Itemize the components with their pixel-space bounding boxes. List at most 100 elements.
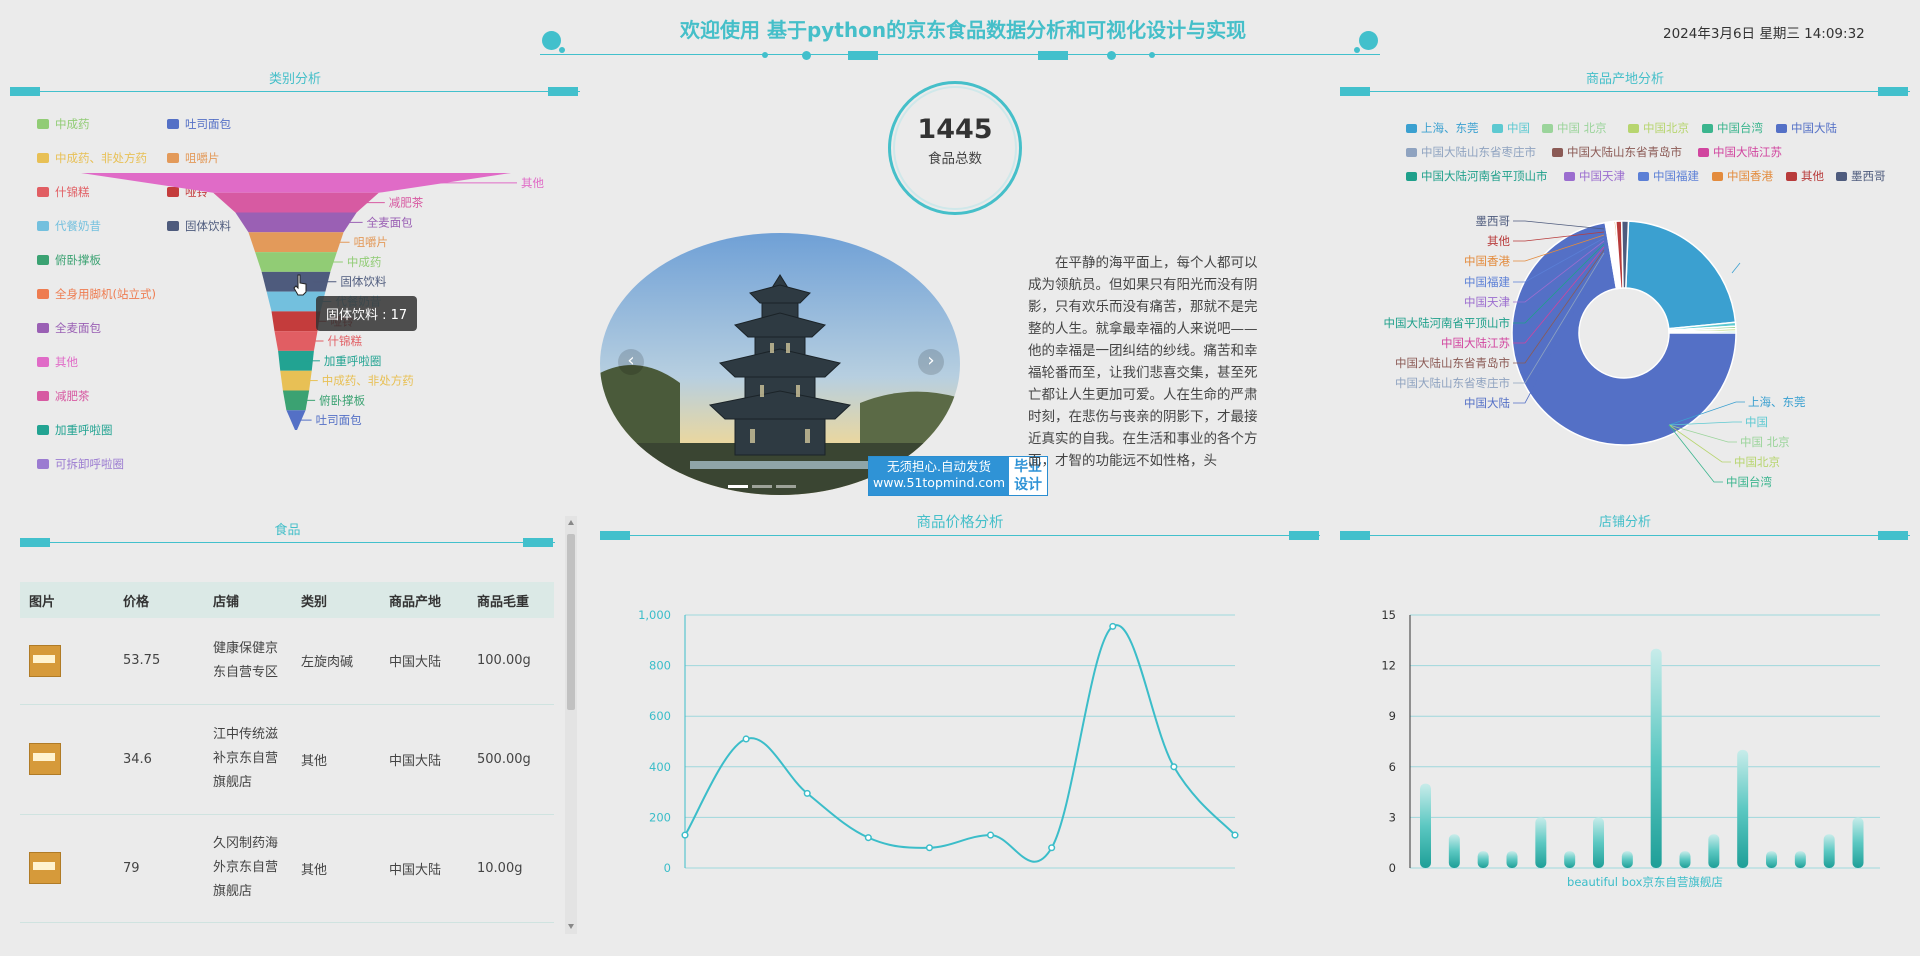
carousel-prev-button[interactable]: ‹ [618, 349, 644, 375]
legend-label: 中国 北京 [1557, 121, 1607, 135]
cell-origin: 中国大陆 [380, 814, 468, 923]
badge-left: 无须担心.自动发货 www.51topmind.com [869, 457, 1010, 495]
scroll-down-icon[interactable] [568, 924, 574, 929]
badge-url: www.51topmind.com [873, 475, 1006, 490]
funnel-chart: 其他减肥茶全麦面包咀嚼片中成药固体饮料代餐奶昔哑铃什锦糕加重呼啦圈中成药、非处方… [81, 173, 544, 430]
legend-swatch [1406, 147, 1417, 157]
shop-bar[interactable] [1564, 851, 1576, 868]
origin-legend-item[interactable]: 中国香港 [1712, 168, 1773, 184]
y-tick-label: 3 [1389, 810, 1396, 824]
pie-slice[interactable] [1625, 220, 1737, 330]
price-point[interactable] [1231, 831, 1239, 839]
y-tick-label: 600 [649, 709, 671, 723]
table-scrollbar[interactable] [565, 516, 577, 934]
shop-bar[interactable] [1823, 834, 1835, 868]
price-point[interactable] [803, 789, 811, 797]
origin-legend-item[interactable]: 中国 北京 [1542, 120, 1607, 136]
origin-legend-item[interactable]: 中国大陆江苏 [1698, 144, 1782, 160]
shop-bar[interactable] [1535, 817, 1547, 868]
origin-legend-item[interactable]: 其他 [1786, 168, 1824, 184]
cell-origin: 中国大陆 [380, 704, 468, 815]
cell-category: 其他 [292, 814, 380, 923]
cell-price: 34.6 [114, 704, 204, 815]
table-row[interactable]: 79 久冈制药海外京东自营旗舰店 其他 中国大陆 10.00g [20, 814, 554, 923]
legend-swatch [1406, 171, 1417, 181]
legend-label: 中国大陆河南省平顶山市 [1421, 169, 1548, 183]
origin-legend-item[interactable]: 中国大陆河南省平顶山市 [1406, 168, 1548, 184]
price-point[interactable] [1048, 844, 1056, 852]
y-tick-label: 0 [1389, 861, 1396, 875]
price-point[interactable] [681, 831, 689, 839]
price-point[interactable] [864, 834, 872, 842]
table-row[interactable]: 53.75 健康保健京东自营专区 左旋肉碱 中国大陆 100.00g [20, 618, 554, 705]
carousel-indicator[interactable] [776, 485, 796, 488]
pie-label-line [1513, 220, 1605, 230]
funnel-label: 中成药、非处方药 [322, 374, 414, 388]
cell-weight: 500.00g [468, 704, 554, 815]
shop-bar[interactable] [1737, 749, 1749, 868]
product-thumbnail[interactable] [29, 644, 61, 677]
price-point[interactable] [742, 735, 750, 743]
shop-bar[interactable] [1420, 783, 1431, 868]
header-dot [1354, 47, 1360, 53]
title-block [20, 538, 50, 547]
origin-legend-item[interactable]: 中国大陆山东省枣庄市 [1406, 144, 1536, 160]
table-row[interactable]: 34.6 江中传统滋补京东自营旗舰店 其他 中国大陆 500.00g [20, 704, 554, 815]
origin-legend-item[interactable]: 中国北京 [1628, 120, 1689, 136]
cell-category: 左旋肉碱 [292, 618, 380, 705]
scroll-thumb[interactable] [567, 534, 575, 710]
shop-bar[interactable] [1477, 851, 1489, 868]
shop-bar[interactable] [1448, 834, 1460, 868]
legend-swatch [1698, 147, 1709, 157]
origin-legend-item[interactable]: 中国大陆 [1776, 120, 1837, 136]
promo-badge[interactable]: 无须担心.自动发货 www.51topmind.com 毕业 设计 [868, 456, 1049, 496]
legend-swatch [1836, 171, 1847, 181]
legend-swatch [37, 459, 49, 469]
shop-bar[interactable] [1679, 851, 1691, 868]
funnel-label: 其他 [521, 176, 544, 190]
legend-label: 中国天津 [1579, 169, 1625, 183]
shop-bar[interactable] [1593, 817, 1605, 868]
origin-title: 商品产地分析 [1585, 72, 1664, 87]
food-title: 食品 [274, 523, 301, 538]
funnel-label: 中成药 [347, 255, 382, 269]
pie-label: 中国大陆江苏 [1441, 336, 1510, 350]
origin-legend-item[interactable]: 墨西哥 [1836, 168, 1886, 184]
shop-bar[interactable] [1794, 851, 1806, 868]
title-block [523, 538, 553, 547]
price-point[interactable] [925, 844, 933, 852]
product-thumbnail[interactable] [29, 743, 61, 775]
funnel-label: 固体饮料 [340, 275, 386, 289]
shop-bar[interactable] [1766, 851, 1778, 868]
carousel-indicator[interactable] [752, 485, 772, 488]
carousel-indicator[interactable] [728, 485, 748, 488]
origin-legend-item[interactable]: 中国 [1492, 120, 1530, 136]
carousel-next-button[interactable]: › [918, 349, 944, 375]
price-point[interactable] [987, 831, 995, 839]
pie-label: 中国天津 [1464, 295, 1510, 309]
shop-bar[interactable] [1852, 817, 1864, 868]
cell-origin: 中国大陆 [380, 618, 468, 705]
price-point[interactable] [1109, 622, 1117, 630]
pie-label: 中国台湾 [1726, 475, 1772, 489]
title-block [1289, 531, 1319, 540]
header-block [848, 51, 878, 60]
price-point[interactable] [1170, 763, 1178, 771]
product-thumbnail[interactable] [29, 852, 61, 884]
shop-bar[interactable] [1506, 851, 1518, 868]
origin-legend-item[interactable]: 中国天津 [1564, 168, 1625, 184]
shop-bar[interactable] [1621, 851, 1633, 868]
shop-bar[interactable] [1708, 834, 1720, 868]
origin-legend-item[interactable]: 上海、东莞 [1406, 120, 1479, 136]
scroll-up-icon[interactable] [568, 520, 574, 525]
shop-bar[interactable] [1650, 648, 1662, 868]
cell-shop: 江中传统滋补京东自营旗舰店 [204, 704, 292, 815]
origin-legend-item[interactable]: 中国台湾 [1702, 120, 1763, 136]
y-tick-label: 15 [1381, 608, 1396, 622]
funnel-label: 全麦面包 [367, 215, 413, 229]
origin-legend-item[interactable]: 中国福建 [1638, 168, 1699, 184]
funnel-tooltip: 固体饮料 : 17 [316, 296, 418, 331]
cell-image [20, 704, 114, 815]
origin-legend-item[interactable]: 中国大陆山东省青岛市 [1552, 144, 1682, 160]
legend-swatch [1712, 171, 1723, 181]
